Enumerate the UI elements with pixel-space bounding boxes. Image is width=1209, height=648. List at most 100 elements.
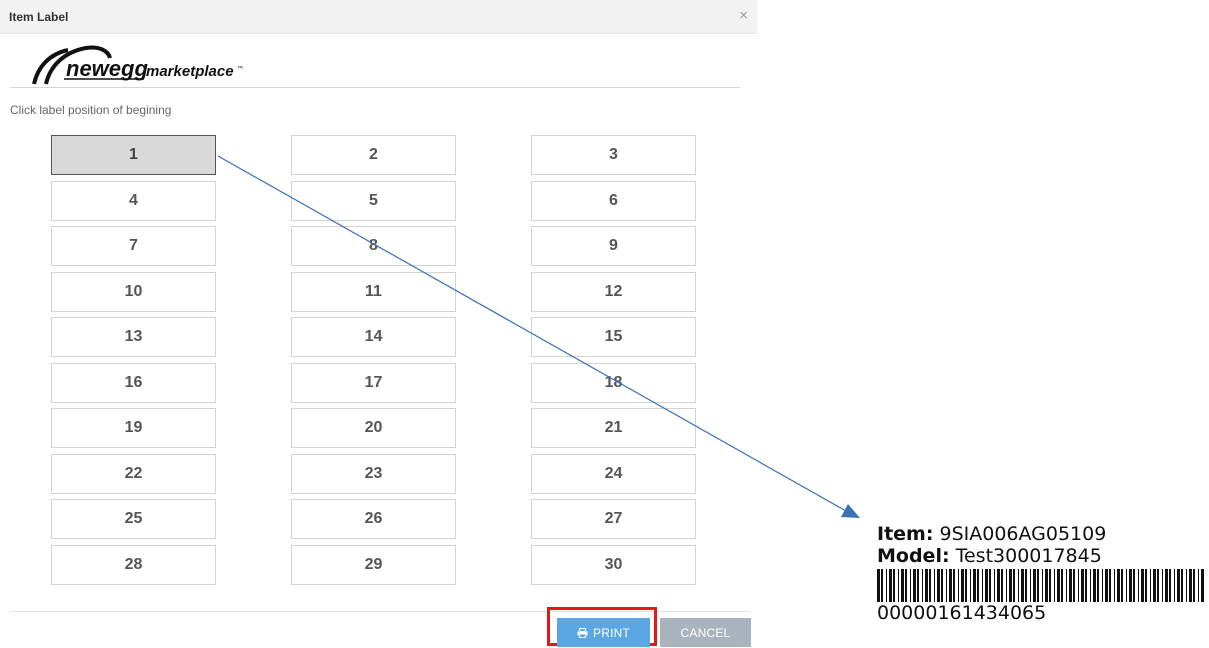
model-key: Model: xyxy=(877,545,950,567)
barcode-bar xyxy=(1054,569,1055,602)
label-position-16[interactable]: 16 xyxy=(51,363,216,403)
barcode-bar xyxy=(946,569,947,602)
label-position-1[interactable]: 1 xyxy=(51,135,216,175)
barcode-bar xyxy=(1090,569,1091,602)
barcode-bar xyxy=(1121,569,1123,602)
barcode-bar xyxy=(994,569,995,602)
label-position-7[interactable]: 7 xyxy=(51,226,216,266)
barcode-bar xyxy=(1186,569,1187,602)
logo-divider xyxy=(10,87,740,88)
item-label-dialog: Item Label × newegg marketplace ™ Click … xyxy=(0,0,757,648)
barcode-bar xyxy=(1177,569,1180,602)
barcode-bar xyxy=(1066,569,1067,602)
label-position-3[interactable]: 3 xyxy=(531,135,696,175)
label-position-17[interactable]: 17 xyxy=(291,363,456,403)
newegg-marketplace-logo: newegg marketplace ™ xyxy=(28,44,268,86)
barcode-bar xyxy=(925,569,928,602)
label-position-14[interactable]: 14 xyxy=(291,317,456,357)
barcode xyxy=(877,569,1204,602)
barcode-bar xyxy=(1126,569,1127,602)
label-position-23[interactable]: 23 xyxy=(291,454,456,494)
label-position-8[interactable]: 8 xyxy=(291,226,456,266)
label-position-28[interactable]: 28 xyxy=(51,545,216,585)
barcode-bar xyxy=(893,569,895,602)
barcode-bar xyxy=(1150,569,1151,602)
label-position-18[interactable]: 18 xyxy=(531,363,696,403)
barcode-bar xyxy=(961,569,964,602)
label-position-19[interactable]: 19 xyxy=(51,408,216,448)
label-position-6[interactable]: 6 xyxy=(531,181,696,221)
printer-icon xyxy=(577,627,588,638)
barcode-bar xyxy=(949,569,952,602)
barcode-bar xyxy=(910,569,911,602)
barcode-bar xyxy=(898,569,899,602)
cancel-button[interactable]: CANCEL xyxy=(660,618,751,647)
label-position-30[interactable]: 30 xyxy=(531,545,696,585)
barcode-bar xyxy=(905,569,907,602)
label-position-12[interactable]: 12 xyxy=(531,272,696,312)
barcode-bar xyxy=(877,569,880,602)
barcode-bar xyxy=(1078,569,1079,602)
barcode-bar xyxy=(889,569,892,602)
barcode-bar xyxy=(973,569,976,602)
label-position-22[interactable]: 22 xyxy=(51,454,216,494)
dialog-header: Item Label × xyxy=(0,0,757,34)
barcode-bar xyxy=(941,569,943,602)
barcode-bar xyxy=(922,569,923,602)
barcode-bar xyxy=(1021,569,1024,602)
barcode-bar xyxy=(1105,569,1108,602)
label-position-29[interactable]: 29 xyxy=(291,545,456,585)
barcode-bar xyxy=(1165,569,1168,602)
barcode-bar xyxy=(1018,569,1019,602)
barcode-bar xyxy=(934,569,935,602)
barcode-bar xyxy=(1189,569,1192,602)
barcode-bar xyxy=(1138,569,1139,602)
label-position-24[interactable]: 24 xyxy=(531,454,696,494)
barcode-bar xyxy=(1193,569,1195,602)
barcode-bar xyxy=(1085,569,1087,602)
label-position-9[interactable]: 9 xyxy=(531,226,696,266)
label-position-13[interactable]: 13 xyxy=(51,317,216,357)
barcode-bar xyxy=(1069,569,1072,602)
label-position-11[interactable]: 11 xyxy=(291,272,456,312)
barcode-number: 00000161434065 xyxy=(877,602,1047,624)
item-label-preview: Item: 9SIA006AG05109 Model: Test30001784… xyxy=(877,523,1209,624)
close-icon[interactable]: × xyxy=(739,8,748,23)
barcode-bar xyxy=(913,569,916,602)
barcode-bar xyxy=(1049,569,1051,602)
barcode-bar xyxy=(1037,569,1039,602)
print-button[interactable]: PRINT xyxy=(557,618,650,647)
label-position-4[interactable]: 4 xyxy=(51,181,216,221)
barcode-bar xyxy=(1174,569,1175,602)
label-position-10[interactable]: 10 xyxy=(51,272,216,312)
label-position-25[interactable]: 25 xyxy=(51,499,216,539)
barcode-bar xyxy=(1129,569,1132,602)
label-position-2[interactable]: 2 xyxy=(291,135,456,175)
barcode-bar xyxy=(917,569,919,602)
barcode-bar xyxy=(937,569,940,602)
label-position-5[interactable]: 5 xyxy=(291,181,456,221)
barcode-bar xyxy=(965,569,967,602)
label-position-21[interactable]: 21 xyxy=(531,408,696,448)
barcode-bar xyxy=(1117,569,1120,602)
barcode-bar xyxy=(953,569,955,602)
barcode-bar xyxy=(982,569,983,602)
barcode-bar xyxy=(1181,569,1183,602)
barcode-bar xyxy=(1081,569,1084,602)
barcode-bar xyxy=(1157,569,1159,602)
barcode-bar xyxy=(1133,569,1135,602)
label-position-27[interactable]: 27 xyxy=(531,499,696,539)
barcode-bar xyxy=(1102,569,1103,602)
barcode-bar xyxy=(1045,569,1048,602)
instruction-text: Click label position of begining xyxy=(10,103,172,117)
dialog-title: Item Label xyxy=(9,10,69,24)
label-position-15[interactable]: 15 xyxy=(531,317,696,357)
barcode-bar xyxy=(1042,569,1043,602)
barcode-bar xyxy=(886,569,887,602)
barcode-bar xyxy=(901,569,904,602)
label-position-26[interactable]: 26 xyxy=(291,499,456,539)
barcode-bar xyxy=(1114,569,1115,602)
label-position-20[interactable]: 20 xyxy=(291,408,456,448)
barcode-bar xyxy=(1093,569,1096,602)
barcode-bar xyxy=(1073,569,1075,602)
